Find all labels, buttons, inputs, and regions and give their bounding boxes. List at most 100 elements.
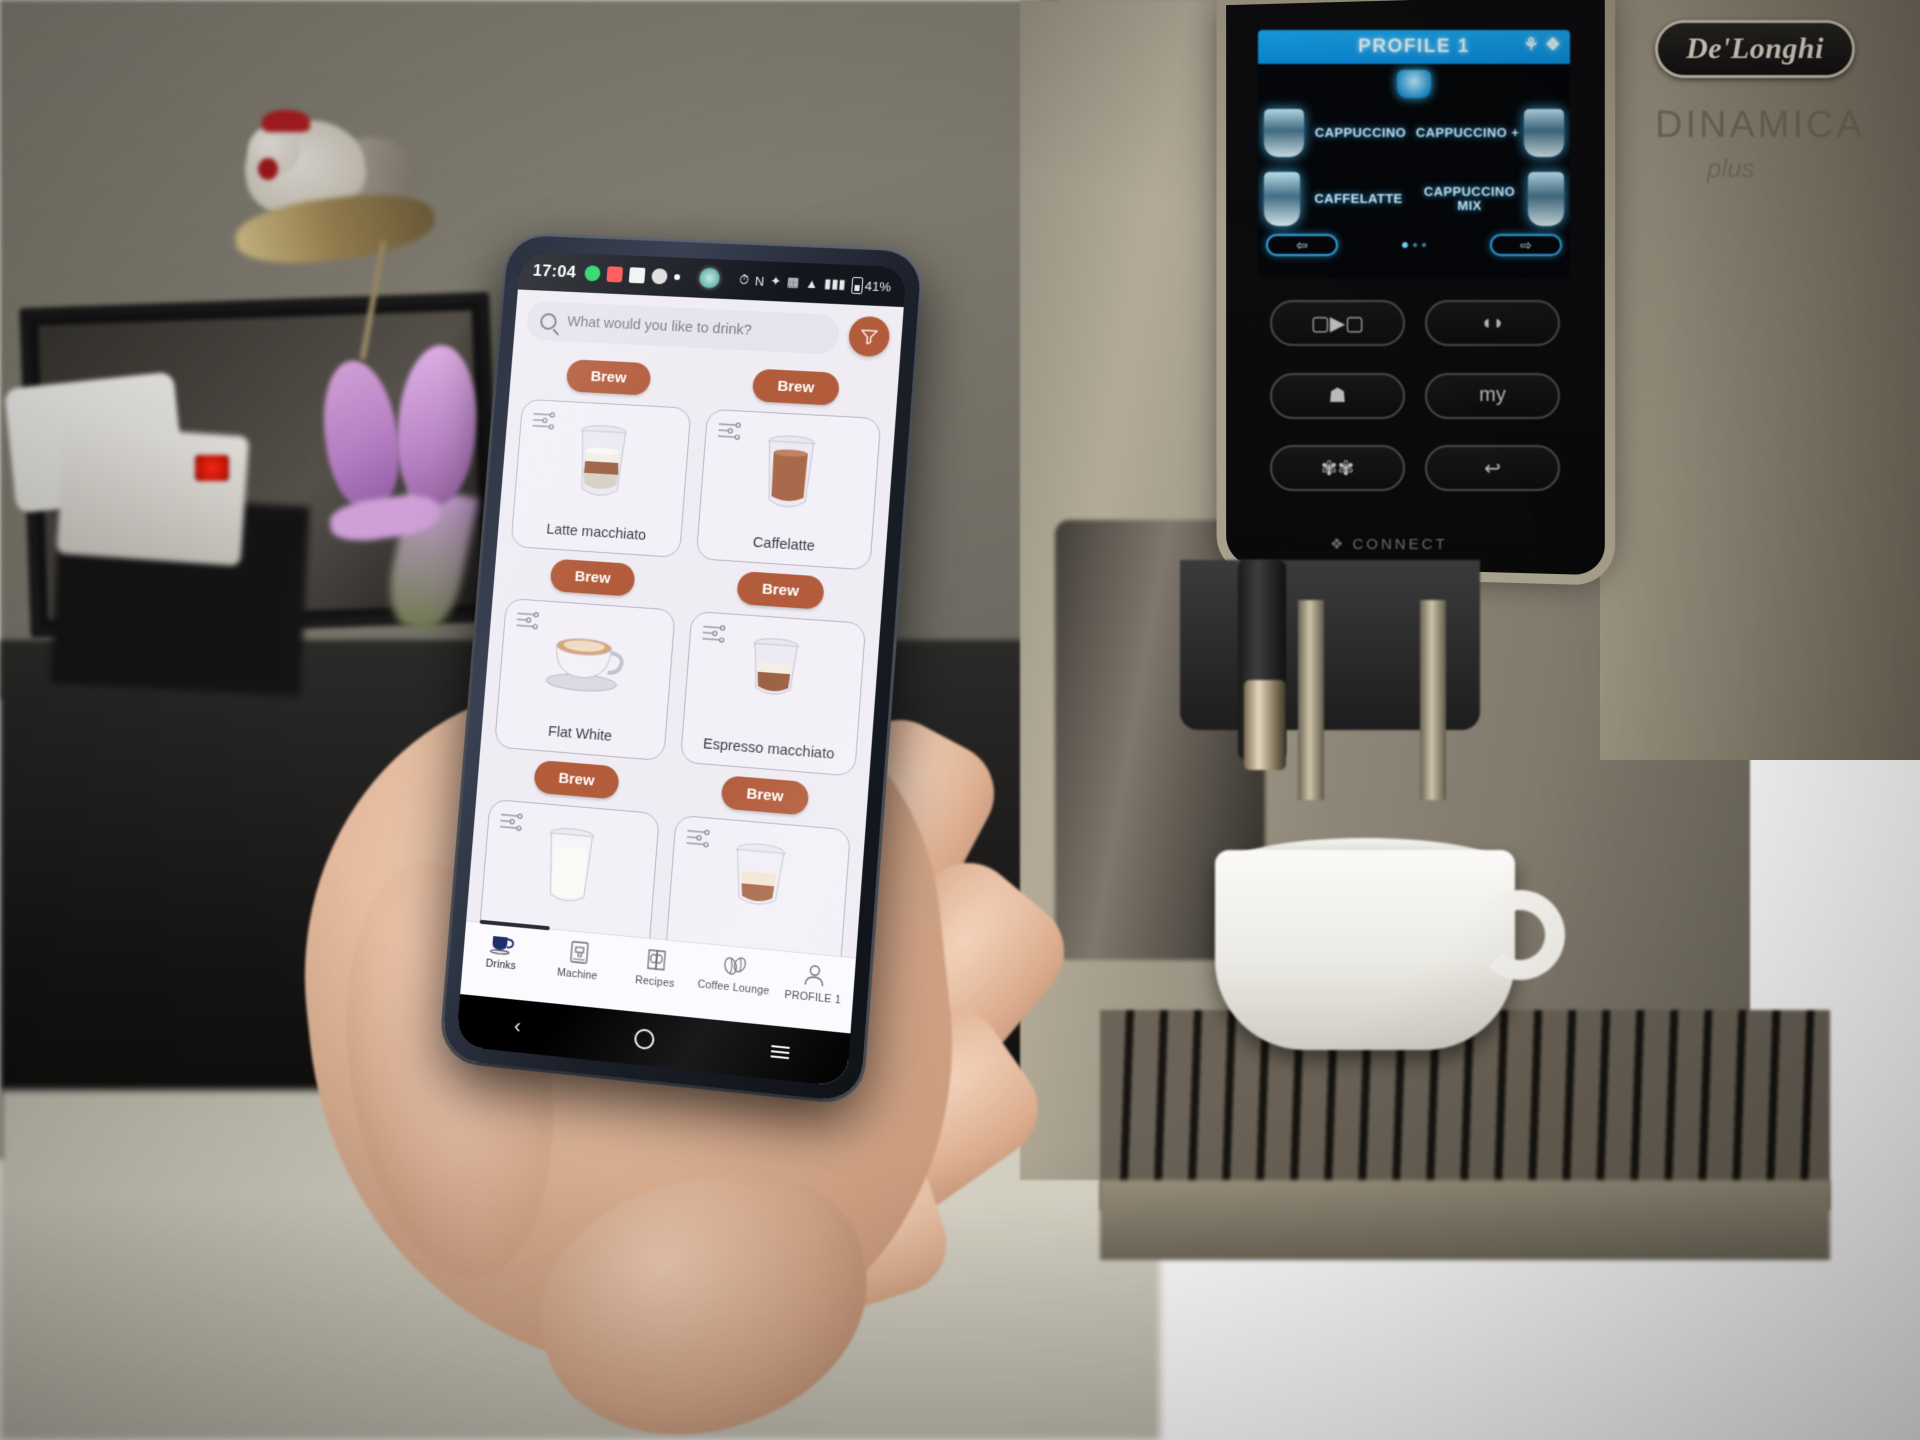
machine-branding: De'Longhi DINAMICA plus bbox=[1655, 20, 1905, 250]
machine-drink-label: CAFFELATTE bbox=[1314, 190, 1403, 206]
nav-item-coffee-lounge[interactable]: Coffee Lounge bbox=[694, 952, 775, 998]
user-profile-icon: ☗ bbox=[1328, 385, 1347, 408]
drink-card-partial-right[interactable] bbox=[663, 814, 852, 958]
drink-card-caffelatte[interactable]: Caffelatte bbox=[695, 408, 882, 571]
home-icon[interactable] bbox=[634, 1028, 656, 1051]
ceramic-cup-saucer-icon bbox=[541, 620, 630, 695]
scene-photo: De'Longhi DINAMICA plus PROFILE 1 ⚘ ❖ CA… bbox=[0, 0, 1920, 1440]
machine-drink-item[interactable]: CAFFELATTE bbox=[1264, 168, 1413, 230]
customize-sliders-icon[interactable] bbox=[717, 420, 744, 441]
wifi-icon: ▲ bbox=[804, 275, 819, 291]
my-button[interactable]: my bbox=[1425, 372, 1560, 419]
page-dot bbox=[1422, 243, 1426, 247]
profile-cup-icon bbox=[1397, 70, 1431, 98]
status-bar-clock: 17:04 bbox=[532, 261, 577, 282]
cappuccino-mix-glass-icon bbox=[1528, 172, 1564, 226]
drip-tray-lip bbox=[1100, 1180, 1830, 1260]
search-icon bbox=[539, 312, 558, 330]
brew-button[interactable]: Brew bbox=[751, 368, 841, 406]
brew-button[interactable]: Brew bbox=[565, 359, 652, 396]
machine-next-button[interactable]: ⇨ bbox=[1490, 234, 1562, 256]
page-dot-active bbox=[1402, 242, 1408, 248]
customize-sliders-icon[interactable] bbox=[499, 811, 526, 833]
chicken-ornament-comb bbox=[262, 110, 310, 132]
brew-button[interactable]: Brew bbox=[549, 558, 636, 597]
machine-drink-grid: CAPPUCCINO CAPPUCCINO + CAFFELATTE CAPPU… bbox=[1258, 100, 1570, 232]
battery-indicator: 41% bbox=[851, 276, 892, 295]
machine-drink-label: CAPPUCCINO bbox=[1314, 124, 1407, 140]
drink-block: Brew bbox=[493, 547, 680, 762]
smartphone: 17:04 ⏱ N ✦ ▩ ▲ ▮▮▮ 41% What would you l… bbox=[441, 234, 923, 1103]
user-avatar-icon bbox=[801, 962, 827, 989]
coffee-cup-handle bbox=[1475, 890, 1565, 980]
connect-badge: ❖ CONNECT bbox=[1330, 535, 1448, 554]
coffee-cup-icon bbox=[489, 932, 516, 956]
whatsapp-icon bbox=[584, 265, 601, 282]
machine-display-header: PROFILE 1 ⚘ ❖ bbox=[1258, 30, 1570, 64]
customize-sliders-icon[interactable] bbox=[685, 827, 712, 849]
two-cups-icon: ▢▶▢ bbox=[1310, 312, 1365, 335]
machine-prev-button[interactable]: ⇦ bbox=[1266, 234, 1338, 256]
front-camera bbox=[698, 267, 721, 289]
nav-item-drinks[interactable]: Drinks bbox=[463, 929, 542, 974]
delonghi-logo: De'Longhi bbox=[1655, 20, 1855, 78]
page-dot bbox=[1413, 243, 1417, 247]
drink-block: Brew bbox=[510, 348, 695, 559]
drinks-grid: Brew Latte macchiato Brew Flat White Bre… bbox=[466, 348, 899, 958]
nav-item-recipes[interactable]: Recipes bbox=[616, 944, 697, 992]
search-input[interactable]: What would you like to drink? bbox=[525, 300, 841, 355]
customize-sliders-icon[interactable] bbox=[515, 609, 542, 630]
coffee-beans-icon: ◖◗ bbox=[1480, 311, 1505, 334]
machine-drink-item[interactable]: CAPPUCCINO + bbox=[1415, 102, 1564, 164]
nav-item-machine[interactable]: Machine bbox=[539, 937, 619, 985]
connect-label-text: CONNECT bbox=[1352, 535, 1448, 553]
recipe-book-icon bbox=[644, 947, 670, 974]
drinks-column-right: Brew Caffelatte Brew Espresso macchiato … bbox=[663, 357, 886, 958]
short-glass-layered-icon bbox=[741, 635, 808, 706]
drink-block: Brew bbox=[695, 357, 886, 571]
brew-button[interactable]: Brew bbox=[736, 570, 825, 610]
customize-sliders-icon[interactable] bbox=[701, 623, 728, 645]
machine-display-header-icons: ⚘ ❖ bbox=[1524, 35, 1563, 55]
back-button[interactable]: ↩ bbox=[1425, 445, 1560, 492]
short-glass-cappuccino-icon bbox=[725, 840, 793, 919]
back-icon[interactable]: ‹ bbox=[513, 1014, 522, 1039]
drink-card-latte-macchiato[interactable]: Latte macchiato bbox=[510, 398, 692, 559]
filter-button[interactable] bbox=[847, 315, 891, 358]
heart-icon bbox=[606, 266, 624, 283]
two-cups-button[interactable]: ▢▶▢ bbox=[1270, 300, 1405, 346]
brew-button[interactable]: Brew bbox=[533, 759, 620, 800]
brew-button[interactable]: Brew bbox=[720, 775, 810, 816]
cappuccino-glass-icon bbox=[1264, 109, 1304, 157]
profile-button[interactable]: ☗ bbox=[1270, 372, 1405, 419]
tall-glass-brown-icon bbox=[755, 432, 823, 517]
customize-sliders-icon[interactable] bbox=[531, 410, 558, 431]
machine-drink-item[interactable]: CAPPUCCINO bbox=[1264, 102, 1413, 164]
cappuccino-plus-glass-icon bbox=[1524, 109, 1564, 157]
nav-label: PROFILE 1 bbox=[783, 988, 842, 1007]
machine-display[interactable]: PROFILE 1 ⚘ ❖ CAPPUCCINO CAPPUCCINO + CA… bbox=[1258, 30, 1570, 278]
machine-drink-item[interactable]: CAPPUCCINO MIX bbox=[1415, 168, 1564, 230]
dispenser-arm-right bbox=[1420, 600, 1446, 800]
drink-block: Brew bbox=[663, 763, 855, 958]
alarm-icon: ⏱ bbox=[738, 271, 750, 288]
recents-icon[interactable] bbox=[770, 1045, 790, 1061]
bluetooth-icon: ❖ bbox=[1545, 35, 1562, 54]
machine-display-title: PROFILE 1 bbox=[1358, 36, 1470, 57]
nav-label: Recipes bbox=[634, 974, 675, 991]
settings-gears-button[interactable]: ✾✾ bbox=[1270, 445, 1405, 492]
eco-leaf-icon: ⚘ bbox=[1523, 35, 1541, 54]
bean-strength-button[interactable]: ◖◗ bbox=[1425, 300, 1560, 346]
drink-card-espresso-macchiato[interactable]: Espresso macchiato bbox=[679, 610, 867, 777]
bluetooth-icon: ✦ bbox=[769, 273, 782, 289]
steam-wand-chrome bbox=[1244, 680, 1286, 770]
phone-screen[interactable]: 17:04 ⏱ N ✦ ▩ ▲ ▮▮▮ 41% What would you l… bbox=[455, 250, 907, 1087]
drink-card-flat-white[interactable]: Flat White bbox=[493, 597, 676, 762]
coffee-machine-icon bbox=[566, 939, 591, 965]
drink-name: Latte macchiato bbox=[545, 522, 647, 545]
arrow-right-icon: ⇨ bbox=[1520, 236, 1532, 253]
dispenser-arm-left bbox=[1298, 600, 1324, 800]
nav-item-profile[interactable]: PROFILE 1 bbox=[773, 959, 856, 1008]
shield-icon bbox=[651, 268, 668, 285]
gears-icon: ✾✾ bbox=[1320, 457, 1355, 480]
